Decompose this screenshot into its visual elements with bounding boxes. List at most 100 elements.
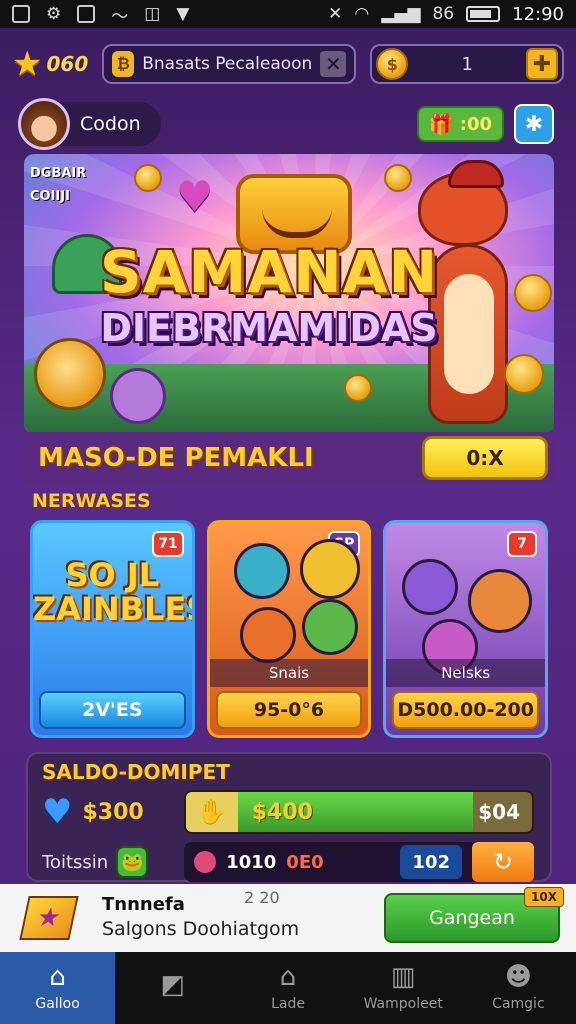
nav-item-lade[interactable]: ⌂ Lade — [230, 952, 345, 1024]
frog-icon: 🐸 — [116, 846, 149, 878]
coin-icon — [134, 164, 162, 192]
settings-button[interactable]: ✱ — [514, 104, 554, 144]
close-icon[interactable]: ✕ — [320, 51, 347, 77]
balance-bar-value: $400 — [251, 799, 313, 825]
app-icon: ◫ — [144, 4, 161, 24]
card-art-line-2: ZAINBLES — [33, 589, 195, 628]
gear-icon: ✱ — [524, 111, 544, 137]
wifi-icon: ◠ — [354, 4, 370, 24]
coin-value: 1 — [461, 53, 473, 75]
person-icon: ☻ — [504, 962, 532, 992]
promo-strip: MASO-DE PEMAKLI 0:X — [24, 432, 554, 484]
notification-banner[interactable]: ★ Tnnnefa Salgons Doohiatgom 2 20 Gangea… — [0, 884, 576, 952]
coin-balance: $ 1 ✚ — [370, 44, 564, 84]
nav-item-wampoleet[interactable]: ▥ Wampoleet — [346, 952, 461, 1024]
home-icon: ⌂ — [49, 962, 66, 992]
image-icon — [12, 5, 30, 23]
top-bar: ★ 060 ₿ Bnasats Pecaleaoon ✕ $ 1 ✚ — [0, 34, 576, 94]
card-name: Snais — [209, 659, 369, 687]
card-art-line-1: SO JL — [65, 556, 160, 594]
wave-icon: 〜 — [111, 6, 129, 27]
balance-bar-end: $04 — [478, 800, 520, 824]
card-price-button[interactable]: D500.00-200 — [392, 691, 540, 729]
game-card[interactable]: 7 Nelsks D500.00-200 — [383, 520, 549, 738]
gear-icon: ⚙ — [46, 4, 62, 24]
battery-icon — [466, 6, 501, 22]
coin-icon — [504, 354, 544, 394]
search-value: Bnasats Pecaleaoon — [142, 54, 313, 74]
nav-label: Galloo — [35, 996, 80, 1012]
card-price-button[interactable]: 2V'ES — [39, 691, 186, 729]
gem-icon — [194, 851, 217, 873]
cards-icon: ◩ — [160, 970, 186, 1000]
gift-label: :00 — [459, 113, 492, 135]
profile-name: Codon — [80, 113, 141, 135]
secondary-tag: 102 — [400, 845, 462, 879]
signal-icon: ▂▄▆ — [381, 4, 421, 24]
card-art-text: SO JL ZAINBLES — [33, 556, 195, 628]
mute-icon: ✕ — [328, 4, 343, 24]
coin-icon — [384, 164, 412, 192]
book-icon: ▥ — [390, 962, 416, 992]
hero-title: SAMANAN — [99, 238, 439, 306]
balance-title: SALDO-DOMIPET — [42, 760, 230, 784]
nav-label: Camgic — [492, 996, 545, 1012]
coin-icon — [299, 539, 360, 599]
ticket-icon: ★ — [19, 896, 79, 940]
clock: 12:90 — [512, 3, 564, 25]
balance-panel: SALDO-DOMIPET ♥ $300 ✋ $400 $04 Toitssin… — [26, 752, 552, 882]
promo-button[interactable]: 0:X — [422, 436, 548, 480]
profile-chip[interactable]: Codon — [18, 98, 161, 150]
card-badge: 7 — [507, 531, 538, 557]
coin-icon — [344, 374, 372, 402]
note-icon — [77, 5, 96, 23]
raccoon-character — [301, 599, 358, 655]
notification-mini: 2 20 — [244, 888, 280, 907]
promo-title: MASO-DE PEMAKLI — [38, 443, 314, 473]
notification-cta-button[interactable]: Gangean 10X — [384, 887, 564, 943]
section-label: NERWASES — [32, 490, 151, 512]
balance-amount: $300 — [82, 799, 144, 825]
search-field[interactable]: ₿ Bnasats Pecaleaoon ✕ — [102, 44, 357, 84]
fox-character — [468, 569, 533, 633]
nav-label: Lade — [271, 996, 305, 1012]
fox-character — [239, 607, 296, 663]
purple-character — [110, 368, 166, 424]
house-icon: ⌂ — [279, 962, 297, 992]
wolf-character — [402, 559, 459, 615]
balance-row-label: Toitssin — [42, 851, 109, 873]
game-card[interactable]: 71 SO JL ZAINBLES 2V'ES — [30, 520, 195, 738]
balance-progress-bar[interactable]: ✋ $400 $04 — [183, 790, 534, 834]
card-badge: 71 — [152, 531, 184, 557]
vpn-icon: ▼ — [176, 4, 190, 24]
hand-icon: ✋ — [185, 792, 238, 832]
card-name: Nelsks — [386, 659, 546, 687]
secondary-value-b: 0E0 — [286, 851, 324, 873]
add-coins-button[interactable]: ✚ — [526, 48, 558, 80]
nav-item-home[interactable]: ⌂ Galloo — [0, 952, 116, 1024]
nav-item-camgic[interactable]: ☻ Camgic — [461, 952, 576, 1024]
card-price-button[interactable]: 95-0°6 — [215, 691, 363, 729]
refresh-button[interactable]: ↻ — [472, 842, 534, 882]
gift-button[interactable]: 🎁 :00 — [416, 106, 504, 142]
balance-row: ♥ $300 ✋ $400 $04 — [42, 790, 534, 834]
hero-banner[interactable]: DGBAIR COIIJI ♥ SAMANAN DIEBRMAMIDAS — [24, 154, 554, 434]
balance-row-secondary: Toitssin 🐸 1010 0E0 102 ↻ — [42, 842, 534, 882]
secondary-bar[interactable]: 1010 0E0 102 ↻ — [184, 842, 534, 882]
game-cards: 71 SO JL ZAINBLES 2V'ES SP Snais 95-0°6 … — [30, 520, 549, 738]
hero-corner-label-1: DGBAIR — [30, 166, 87, 181]
profile-row: Codon 🎁 :00 ✱ — [18, 98, 554, 150]
signal-text: 86 — [432, 4, 455, 24]
notification-cta-label: Gangean — [429, 907, 515, 929]
secondary-value-a: 1010 — [226, 851, 277, 873]
notification-cta-badge: 10X — [524, 887, 564, 907]
avatar — [18, 98, 70, 150]
star-count-value: 060 — [46, 52, 89, 76]
star-counter[interactable]: ★ 060 — [12, 47, 88, 81]
game-card[interactable]: SP Snais 95-0°6 — [206, 520, 372, 738]
hero-corner-label: DGBAIR COIIJI — [30, 162, 86, 209]
notification-subtitle: Salgons Doohiatgom — [102, 918, 300, 941]
nav-item-cards[interactable]: ◩ — [115, 952, 230, 1024]
bottom-nav: ⌂ Galloo ◩ ⌂ Lade ▥ Wampoleet ☻ Camgic — [0, 952, 576, 1024]
status-bar: ⚙ 〜 ◫ ▼ ✕ ◠ ▂▄▆ 86 12:90 — [0, 0, 576, 28]
